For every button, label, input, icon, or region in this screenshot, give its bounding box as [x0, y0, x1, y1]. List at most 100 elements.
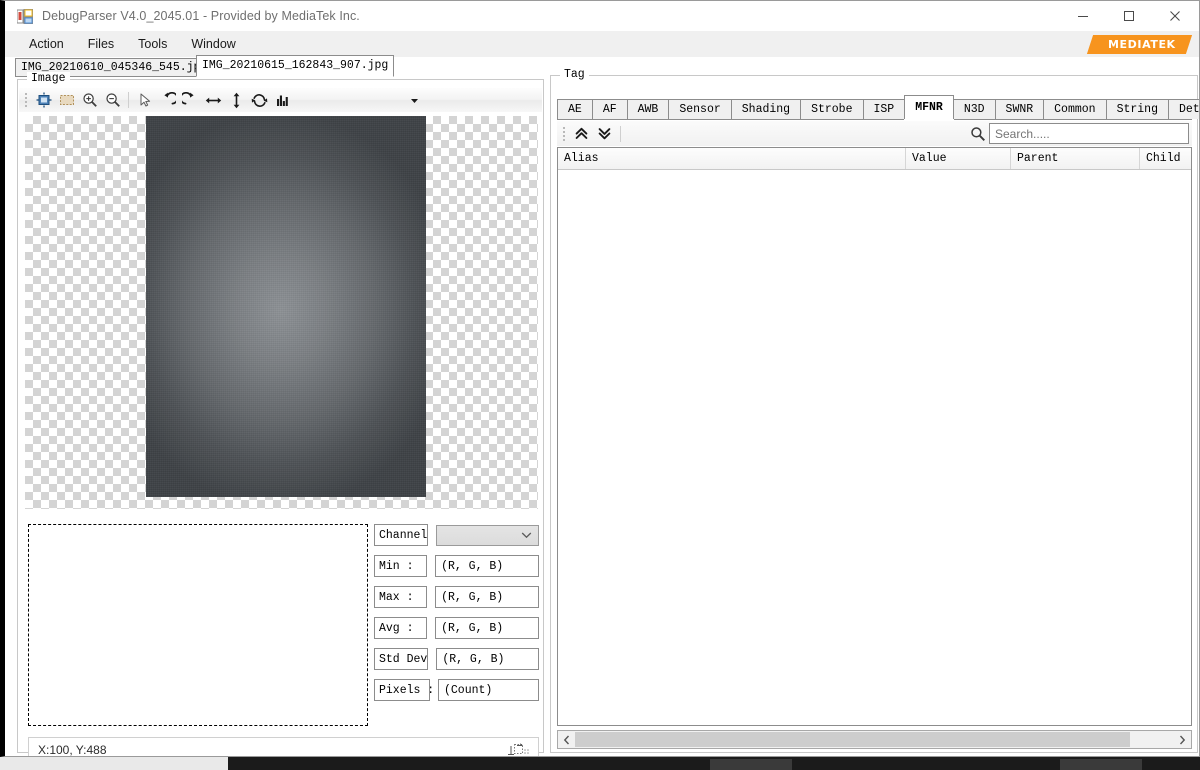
image-toolbar	[19, 88, 542, 112]
menu-item-action[interactable]: Action	[19, 34, 74, 54]
maximize-button[interactable]	[1106, 1, 1152, 31]
column-header-child[interactable]: Child	[1140, 148, 1191, 169]
close-button[interactable]	[1152, 1, 1198, 31]
tab-common[interactable]: Common	[1043, 99, 1107, 119]
window-title: DebugParser V4.0_2045.01 - Provided by M…	[42, 9, 360, 23]
taskbar-left-region	[0, 757, 228, 770]
file-tab-strip: IMG_20210610_045346_545.jpg IMG_20210615…	[11, 55, 544, 77]
avg-label: Avg :	[374, 617, 428, 639]
tab-swnr[interactable]: SWNR	[994, 99, 1045, 119]
column-header-value[interactable]: Value	[906, 148, 1011, 169]
tag-toolbar-separator	[620, 125, 621, 142]
channel-label: Channel	[374, 524, 429, 546]
tag-table-hscrollbar[interactable]	[557, 730, 1192, 749]
pointer-icon[interactable]	[133, 89, 156, 111]
toolbar-grip[interactable]	[22, 91, 30, 109]
toolbar-filler	[422, 89, 542, 111]
flip-horizontal-icon[interactable]	[202, 89, 225, 111]
image-canvas[interactable]	[25, 116, 538, 509]
taskbar-item-2[interactable]	[1060, 759, 1142, 770]
zoom-in-icon[interactable]	[78, 89, 101, 111]
application-icon	[16, 8, 34, 24]
left-pane: IMG_20210610_045346_545.jpg IMG_20210615…	[11, 55, 544, 756]
toolbar-overflow-button[interactable]	[406, 89, 422, 111]
tab-af[interactable]: AF	[591, 99, 628, 119]
taskbar-item-1[interactable]	[710, 759, 792, 770]
image-statistics-panel: Channel Min : (R, G, B) Max : (R, G, B)	[374, 524, 539, 710]
stat-row-pixels: Pixels : (Count)	[374, 679, 539, 701]
search-area	[967, 123, 1192, 145]
histogram-plot-area	[28, 524, 368, 726]
tab-awb[interactable]: AWB	[626, 99, 670, 119]
chevron-down-icon	[521, 532, 532, 539]
rotate-left-icon[interactable]	[156, 89, 179, 111]
histogram-icon[interactable]	[271, 89, 294, 111]
loaded-photo[interactable]	[146, 116, 426, 497]
mediatek-logo: MEDIATEK	[1087, 34, 1193, 54]
tab-sensor[interactable]: Sensor	[668, 99, 732, 119]
menu-bar: Action Files Tools Window MEDIATEK	[5, 31, 1199, 57]
stat-row-max: Max : (R, G, B)	[374, 586, 539, 608]
fit-to-window-icon[interactable]	[32, 89, 55, 111]
os-taskbar	[0, 757, 1200, 770]
stddev-label: Std Dev	[374, 648, 429, 670]
tag-toolbar	[557, 121, 1192, 146]
pixels-label: Pixels :	[374, 679, 434, 701]
title-bar: DebugParser V4.0_2045.01 - Provided by M…	[5, 1, 1199, 31]
cursor-coordinates: X:100, Y:488	[38, 743, 107, 757]
expand-all-icon[interactable]	[593, 123, 616, 145]
image-group-caption: Image	[27, 72, 70, 85]
column-header-alias[interactable]: Alias	[558, 148, 906, 169]
tag-table-header: Alias Value Parent Child	[558, 148, 1191, 170]
max-value: (R, G, B)	[435, 586, 539, 608]
tag-tab-strip: AE AF AWB Sensor Shading Strobe ISP MFNR…	[557, 95, 1199, 120]
menu-item-files[interactable]: Files	[78, 34, 124, 54]
select-region-icon[interactable]	[55, 89, 78, 111]
avg-value: (R, G, B)	[435, 617, 539, 639]
tab-string[interactable]: String	[1105, 99, 1169, 119]
tab-strobe[interactable]: Strobe	[800, 99, 864, 119]
reset-icon[interactable]	[248, 89, 271, 111]
file-tab-1[interactable]: IMG_20210615_162843_907.jpg	[196, 55, 395, 77]
collapse-all-icon[interactable]	[570, 123, 593, 145]
search-icon[interactable]	[967, 123, 989, 145]
scroll-right-arrow-icon[interactable]	[1174, 731, 1191, 748]
tab-detail[interactable]: Detail	[1168, 99, 1199, 119]
toolbar-separator	[128, 92, 129, 108]
rotate-right-icon[interactable]	[179, 89, 202, 111]
tag-table[interactable]: Alias Value Parent Child	[557, 147, 1192, 726]
flip-vertical-icon[interactable]	[225, 89, 248, 111]
tag-group-caption: Tag	[560, 68, 589, 81]
minimize-button[interactable]	[1060, 1, 1106, 31]
search-input[interactable]	[993, 125, 1188, 142]
zoom-out-icon[interactable]	[101, 89, 124, 111]
status-bar: X:100, Y:488	[28, 737, 539, 757]
stat-row-avg: Avg : (R, G, B)	[374, 617, 539, 639]
scroll-left-arrow-icon[interactable]	[558, 731, 575, 748]
channel-select[interactable]	[436, 524, 539, 546]
scrollbar-thumb[interactable]	[575, 732, 1130, 747]
max-label: Max :	[374, 586, 428, 608]
tab-n3d[interactable]: N3D	[952, 99, 996, 119]
tab-shading[interactable]: Shading	[730, 99, 802, 119]
window-controls	[1060, 1, 1199, 31]
tag-group-box: Tag AE AF AWB Sensor Shading Strobe ISP …	[550, 68, 1199, 753]
min-label: Min :	[374, 555, 428, 577]
tab-ae[interactable]: AE	[557, 99, 593, 119]
stat-row-stddev: Std Dev (R, G, B)	[374, 648, 539, 670]
application-window: DebugParser V4.0_2045.01 - Provided by M…	[0, 0, 1200, 757]
search-box[interactable]	[989, 123, 1189, 144]
stddev-value: (R, G, B)	[436, 648, 539, 670]
tab-mfnr[interactable]: MFNR	[904, 95, 954, 119]
stat-row-min: Min : (R, G, B)	[374, 555, 539, 577]
menu-item-window[interactable]: Window	[181, 34, 245, 54]
tag-toolbar-grip[interactable]	[560, 125, 568, 143]
tab-isp[interactable]: ISP	[862, 99, 906, 119]
resize-grip-icon[interactable]	[506, 742, 532, 756]
mediatek-logo-text: MEDIATEK	[1108, 37, 1176, 51]
column-header-parent[interactable]: Parent	[1011, 148, 1140, 169]
pixels-value: (Count)	[438, 679, 539, 701]
stat-row-channel: Channel	[374, 524, 539, 546]
min-value: (R, G, B)	[435, 555, 539, 577]
menu-item-tools[interactable]: Tools	[128, 34, 177, 54]
